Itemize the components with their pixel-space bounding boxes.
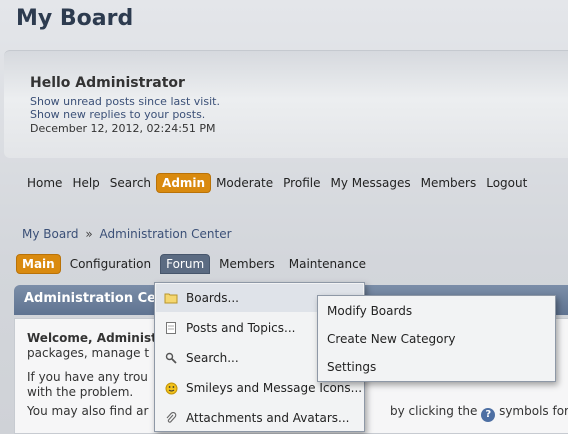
current-datetime: December 12, 2012, 02:24:51 PM xyxy=(30,122,216,135)
dropdown-smileys-label: Smileys and Message Icons... xyxy=(186,381,363,395)
body-line-3: If you have any trou xyxy=(27,370,148,384)
paperclip-icon xyxy=(164,411,178,425)
dropdown-boards-label: Boards... xyxy=(186,291,239,305)
menu-help[interactable]: Help xyxy=(67,174,104,192)
tab-forum[interactable]: Forum xyxy=(160,254,211,274)
menu-my-messages[interactable]: My Messages xyxy=(325,174,415,192)
dropdown-search-label: Search... xyxy=(186,351,239,365)
tab-members[interactable]: Members xyxy=(214,255,280,273)
breadcrumb-root[interactable]: My Board xyxy=(22,227,79,241)
menu-profile[interactable]: Profile xyxy=(278,174,325,192)
dropdown-attachments-label: Attachments and Avatars... xyxy=(186,411,350,425)
submenu-create-category[interactable]: Create New Category xyxy=(319,325,554,353)
breadcrumb: My Board » Administration Center xyxy=(22,227,232,241)
menu-home[interactable]: Home xyxy=(22,174,67,192)
menu-search[interactable]: Search xyxy=(105,174,156,192)
admin-tabs: Main Configuration Forum Members Mainten… xyxy=(16,254,375,274)
unread-posts-link[interactable]: Show unread posts since last visit. xyxy=(30,95,220,108)
menu-moderate[interactable]: Moderate xyxy=(211,174,278,192)
dropdown-posts-label: Posts and Topics... xyxy=(186,321,296,335)
page-icon xyxy=(164,321,178,335)
welcome-text: Welcome, Administ xyxy=(27,331,157,345)
smiley-icon xyxy=(164,381,178,395)
boards-submenu: Modify Boards Create New Category Settin… xyxy=(317,295,556,382)
breadcrumb-current[interactable]: Administration Center xyxy=(100,227,232,241)
dropdown-attachments[interactable]: Attachments and Avatars... xyxy=(156,404,363,432)
menu-logout[interactable]: Logout xyxy=(481,174,532,192)
main-menu: Home Help Search Admin Moderate Profile … xyxy=(22,173,532,193)
new-replies-link[interactable]: Show new replies to your posts. xyxy=(30,108,205,121)
menu-admin[interactable]: Admin xyxy=(156,173,212,193)
folder-icon xyxy=(164,291,178,305)
breadcrumb-separator: » xyxy=(85,227,93,241)
body-line-5: You may also find ar xyxy=(27,404,149,418)
menu-members[interactable]: Members xyxy=(416,174,482,192)
tab-main[interactable]: Main xyxy=(16,254,61,274)
tab-maintenance[interactable]: Maintenance xyxy=(284,255,371,273)
body-line-4: with the problem. xyxy=(27,385,134,399)
tab-configuration[interactable]: Configuration xyxy=(65,255,156,273)
body-right-3-post: symbols for xyxy=(499,404,568,418)
submenu-modify-boards[interactable]: Modify Boards xyxy=(319,297,554,325)
greeting: Hello Administrator xyxy=(30,75,185,91)
site-title: My Board xyxy=(16,6,134,31)
submenu-settings[interactable]: Settings xyxy=(319,353,554,381)
help-icon[interactable]: ? xyxy=(481,408,496,422)
magnifier-icon xyxy=(164,351,178,365)
body-right-3-pre: by clicking the xyxy=(390,404,478,418)
body-line-2: packages, manage t xyxy=(27,346,150,360)
user-section: Hello Administrator Show unread posts si… xyxy=(4,50,568,158)
